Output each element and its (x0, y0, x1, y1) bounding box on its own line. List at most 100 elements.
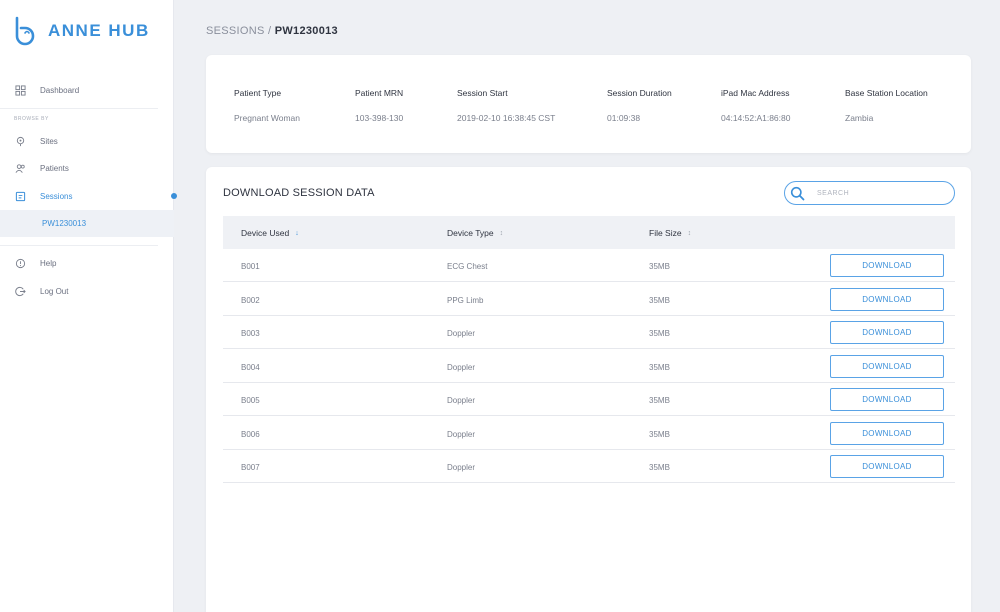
session-info-card: Patient Type Pregnant Woman Patient MRN … (206, 55, 971, 153)
cell-file-size: 35MB (649, 396, 670, 405)
sidebar-divider (0, 245, 158, 246)
sidebar-item-dashboard[interactable]: Dashboard (0, 79, 174, 101)
download-button[interactable]: DOWNLOAD (830, 254, 944, 277)
cell-file-size: 35MB (649, 429, 670, 439)
info-label: Session Duration (607, 88, 672, 98)
table-row: B004 Doppler 35MB DOWNLOAD (223, 350, 955, 383)
info-value: 04:14:52:A1:86:80 (721, 113, 791, 123)
table-row: B007 Doppler 35MB DOWNLOAD (223, 450, 955, 483)
sidebar-item-patients[interactable]: Patients (0, 157, 174, 179)
download-title: DOWNLOAD SESSION DATA (223, 187, 375, 199)
sidebar-item-sessions[interactable]: Sessions (0, 185, 177, 207)
sidebar-section-label: BROWSE BY (14, 116, 49, 122)
breadcrumb-parent[interactable]: SESSIONS (206, 25, 265, 37)
table-row: B001 ECG Chest 35MB DOWNLOAD (223, 249, 955, 282)
sidebar-subitem-active-session[interactable]: PW1230013 (0, 210, 174, 237)
table-header: Device Used ↓ Device Type ↕ File Size ↕ (223, 216, 955, 249)
info-label: Patient Type (234, 88, 282, 98)
cell-device-type: ECG Chest (447, 262, 488, 271)
cell-device-used: B004 (241, 362, 260, 372)
sort-desc-icon[interactable]: ↓ (295, 230, 299, 237)
sidebar-item-label: Help (40, 258, 57, 268)
column-header-label: Device Type (447, 228, 494, 238)
column-header-device-type[interactable]: Device Type ↕ (447, 228, 503, 238)
search-input[interactable] (817, 189, 937, 197)
info-patient-mrn: Patient MRN 103-398-130 (355, 88, 403, 123)
cell-device-type: Doppler (447, 396, 476, 405)
info-value: 2019-02-10 16:38:45 CST (457, 113, 556, 123)
download-button[interactable]: DOWNLOAD (830, 421, 944, 445)
download-button[interactable]: DOWNLOAD (830, 455, 944, 478)
sidebar-item-help[interactable]: Help (0, 252, 174, 274)
cell-device-type: Doppler (447, 463, 476, 472)
info-value: 103-398-130 (355, 113, 404, 123)
cell-device-used: B003 (241, 329, 260, 338)
info-base-station-location: Base Station Location Zambia (845, 88, 928, 123)
cell-device-type: PPG Limb (447, 295, 484, 305)
info-session-start: Session Start 2019-02-10 16:38:45 CST (457, 88, 555, 123)
info-value: Zambia (845, 113, 874, 123)
sidebar-item-label: Dashboard (40, 85, 80, 95)
dashboard-icon (14, 84, 26, 96)
info-ipad-mac: iPad Mac Address 04:14:52:A1:86:80 (721, 88, 790, 123)
column-header-device-used[interactable]: Device Used ↓ (241, 228, 299, 238)
sidebar-item-label: Sites (40, 136, 58, 146)
info-label: iPad Mac Address (721, 88, 790, 98)
cell-device-type: Doppler (447, 429, 476, 439)
column-header-label: Device Used (241, 228, 290, 238)
cell-device-used: B007 (241, 463, 260, 472)
sidebar-item-sites[interactable]: Sites (0, 130, 174, 152)
cell-file-size: 35MB (649, 329, 670, 338)
cell-device-used: B005 (241, 396, 260, 405)
sort-icon[interactable]: ↕ (500, 230, 504, 237)
search-box[interactable] (784, 181, 955, 205)
users-icon (14, 162, 26, 174)
breadcrumb: SESSIONS / PW1230013 (206, 25, 338, 37)
app-name: ANNE HUB (48, 21, 150, 40)
sidebar: ANNE HUB Dashboard BROWSE BY Sites Patie… (0, 0, 177, 612)
cell-file-size: 35MB (649, 362, 670, 372)
table-row: B002 PPG Limb 35MB DOWNLOAD (223, 283, 955, 316)
sessions-icon (14, 190, 26, 202)
anne-logo-icon (15, 16, 35, 46)
cell-device-used: B006 (241, 429, 260, 439)
info-session-duration: Session Duration 01:09:38 (607, 88, 672, 123)
cell-device-used: B001 (241, 262, 260, 271)
table-row: B003 Doppler 35MB DOWNLOAD (223, 316, 955, 349)
download-button[interactable]: DOWNLOAD (830, 354, 944, 378)
help-icon (14, 257, 26, 269)
column-header-file-size[interactable]: File Size ↕ (649, 228, 691, 238)
info-label: Patient MRN (355, 88, 404, 98)
breadcrumb-separator: / (268, 25, 272, 37)
info-label: Base Station Location (845, 88, 928, 98)
search-icon (790, 186, 805, 200)
location-pin-icon (14, 135, 26, 147)
cell-file-size: 35MB (649, 463, 670, 472)
cell-device-type: Doppler (447, 329, 476, 338)
sidebar-item-label: Patients (40, 163, 69, 173)
cell-file-size: 35MB (649, 295, 670, 305)
sidebar-item-label: Sessions (40, 191, 73, 201)
column-header-label: File Size (649, 228, 682, 238)
info-value: Pregnant Woman (234, 113, 300, 123)
table-row: B006 Doppler 35MB DOWNLOAD (223, 417, 955, 450)
sidebar-subitem-label: PW1230013 (42, 219, 87, 228)
info-label: Session Start (457, 88, 508, 98)
table-row: B005 Doppler 35MB DOWNLOAD (223, 383, 955, 416)
logout-icon (14, 285, 26, 297)
download-button[interactable]: DOWNLOAD (830, 388, 944, 411)
sidebar-item-logout[interactable]: Log Out (0, 280, 174, 302)
info-patient-type: Patient Type Pregnant Woman (234, 88, 300, 123)
cell-device-used: B002 (241, 295, 260, 305)
cell-device-type: Doppler (447, 362, 476, 372)
sort-icon[interactable]: ↕ (688, 230, 692, 237)
app-logo[interactable]: ANNE HUB (12, 16, 150, 46)
breadcrumb-current: PW1230013 (274, 25, 338, 37)
sidebar-item-label: Log Out (40, 286, 69, 296)
download-session-card: DOWNLOAD SESSION DATA Device Used ↓ Devi… (206, 167, 971, 612)
info-value: 01:09:38 (607, 113, 641, 123)
sidebar-divider (0, 108, 158, 109)
download-button[interactable]: DOWNLOAD (830, 287, 944, 311)
cell-file-size: 35MB (649, 262, 670, 271)
download-button[interactable]: DOWNLOAD (830, 321, 944, 344)
